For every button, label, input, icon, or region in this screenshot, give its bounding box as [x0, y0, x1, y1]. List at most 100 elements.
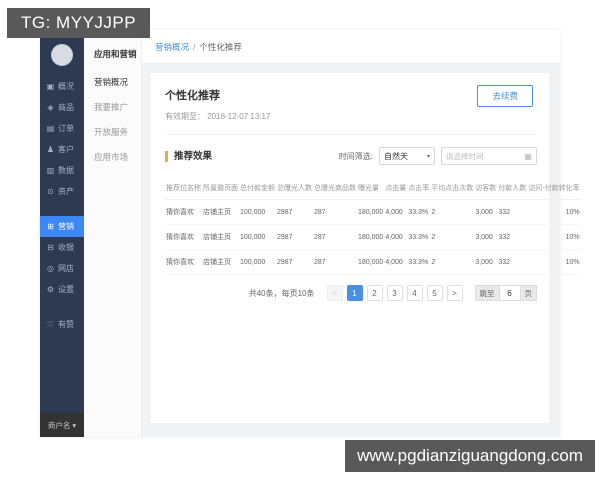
table-cell: 4,000: [384, 249, 408, 275]
website-watermark-banner: www.pgdianziguangdong.com: [345, 440, 595, 472]
table-cell: 2987: [276, 199, 313, 225]
breadcrumb-separator: /: [193, 41, 196, 52]
subsidebar-item-marketing-overview[interactable]: 营销概况: [94, 76, 141, 88]
subsidebar-item-open-services[interactable]: 开放服务: [94, 126, 141, 138]
sidebar-item-overview[interactable]: ▣ 概况: [40, 76, 84, 97]
table-cell: 3,000: [474, 224, 498, 250]
table-row: 猜你喜欢 店铺主页 100,000 2987 287 180,000 4,000 33.3% 2…: [165, 249, 581, 275]
table-cell: 100,000: [239, 224, 276, 250]
table-cell: 店铺主页: [202, 249, 239, 275]
page-button-2[interactable]: 2: [366, 285, 383, 301]
breadcrumb-current: 个性化推荐: [199, 41, 242, 52]
calendar-icon: ▦: [524, 151, 532, 161]
sidebar-item-label: 营销: [58, 222, 74, 231]
sidebar-item-label: 概况: [58, 82, 74, 91]
jump-to-button[interactable]: 跳至: [474, 285, 500, 301]
table-column-header: 付款人数: [497, 177, 528, 200]
sidebar-item-label: 有赞: [58, 320, 74, 329]
table-column-header: 平均点击次数: [430, 177, 475, 200]
page-button-5[interactable]: 5: [426, 285, 443, 301]
table-column-header: 总付款金额: [239, 177, 276, 200]
subsidebar-item-app-market[interactable]: 应用市场: [94, 151, 141, 163]
prev-page-button: <: [326, 285, 343, 301]
sidebar-item-label: 网店: [58, 264, 74, 273]
chevron-down-icon: ▾: [426, 153, 430, 160]
personalized-recommendation-card: 个性化推荐 有效期至： 2018-12-07 13:17 去续费 推荐效果 时间…: [150, 72, 581, 424]
sidebar-item-label: 客户: [58, 145, 74, 154]
sidebar-item-goods[interactable]: ◈ 商品: [40, 97, 84, 118]
table-row: 猜你喜欢 店铺主页 100,000 2987 287 180,000 4,000 33.3% 2…: [165, 199, 581, 225]
sidebar-item-marketing[interactable]: ⊞ 营销: [40, 216, 84, 237]
sidebar-item-cashier[interactable]: ⊟ 收银: [40, 237, 84, 258]
pagination-summary: 共40条，每页10条: [248, 288, 315, 298]
tag-icon: ◈: [47, 103, 54, 112]
table-cell: 4,000: [384, 199, 408, 225]
table-cell: 猜你喜欢: [165, 199, 202, 225]
sidebar-item-youzan[interactable]: ♡ 有赞: [40, 314, 84, 335]
sidebar-item-label: 资产: [58, 187, 74, 196]
table-column-header: 推荐位名称: [165, 177, 202, 200]
date-range-input[interactable]: [446, 151, 520, 161]
thumb-up-icon: ♡: [46, 320, 55, 329]
avatar[interactable]: [51, 44, 73, 66]
app-window: ▣ 概况 ◈ 商品 ▤ 订单 ♟ 客户 ▥ 数据 ⊙ 资产 ⊞ 营销 ⊟ 收银 ◎ 网店 ⚙ 设置 ♡ 有赞 商户名 ▾ …: [40, 30, 581, 437]
primary-sidebar: ▣ 概况 ◈ 商品 ▤ 订单 ♟ 客户 ▥ 数据 ⊙ 资产 ⊞ 营销 ⊟ 收银 ◎ 网店 ⚙ 设置 ♡ 有赞 商户名 ▾: [40, 30, 84, 437]
table-cell: 2987: [276, 224, 313, 250]
page-button-4[interactable]: 4: [406, 285, 423, 301]
table-cell: 店铺主页: [202, 224, 239, 250]
table-cell: 2: [430, 224, 475, 250]
table-cell: 287: [313, 199, 357, 225]
table-column-header: 总曝光商品数: [313, 177, 357, 200]
table-cell: 287: [313, 224, 357, 250]
subsidebar-item-promote[interactable]: 我要推广: [94, 101, 141, 113]
sidebar-item-label: 数据: [58, 166, 74, 175]
merchant-name-button[interactable]: 商户名 ▾: [40, 413, 84, 437]
next-page-button[interactable]: >: [446, 285, 463, 301]
breadcrumb-parent-link[interactable]: 营销概况: [155, 41, 189, 53]
table-cell: 100,000: [239, 199, 276, 225]
coin-icon: ⊙: [47, 187, 54, 196]
recommendation-effect-table: 推荐位名称 所属微页面 总付款金额 总曝光人数 总曝光商品数 曝光量 点击量 点击率 平均点击次…: [165, 177, 581, 275]
table-cell: 100,000: [239, 249, 276, 275]
jump-page-input[interactable]: 6: [499, 285, 520, 301]
page-button-3[interactable]: 3: [386, 285, 403, 301]
table-cell: 180,000: [357, 224, 385, 250]
gear-icon: ⚙: [46, 285, 55, 294]
page-button-1[interactable]: 1: [346, 285, 363, 301]
table-cell: 店铺主页: [202, 199, 239, 225]
time-filter-label: 时间筛选:: [338, 151, 373, 161]
sidebar-item-orders[interactable]: ▤ 订单: [40, 118, 84, 139]
table-row: 猜你喜欢 店铺主页 100,000 2987 287 180,000 4,000 33.3% 2…: [165, 224, 581, 250]
sidebar-item-data[interactable]: ▥ 数据: [40, 160, 84, 181]
table-cell: 33.3%: [407, 224, 431, 250]
table-column-header: 点击量: [384, 177, 408, 200]
secondary-sidebar-nav: 营销概况我要推广开放服务应用市场: [94, 76, 141, 163]
sidebar-item-customers[interactable]: ♟ 客户: [40, 139, 84, 160]
sidebar-item-label: 设置: [58, 285, 74, 294]
renew-button[interactable]: 去续费: [477, 85, 533, 107]
table-cell: 10%: [527, 199, 581, 225]
card-header: 个性化推荐 有效期至： 2018-12-07 13:17 去续费: [165, 85, 537, 135]
page: TG: MYYJJPP www.pgdianziguangdong.com ▣ 概…: [0, 0, 600, 480]
table-cell: 3,000: [474, 199, 498, 225]
table-cell: 2: [430, 249, 475, 275]
jump-unit-button[interactable]: 页: [519, 285, 537, 301]
sidebar-item-shop[interactable]: ◎ 网店: [40, 258, 84, 279]
table-column-header: 访客数: [474, 177, 498, 200]
merchant-name-label: 商户名: [47, 420, 71, 430]
filter-controls: 时间筛选: 自然天 ▾ ▦: [339, 147, 537, 165]
table-column-header: 访问-付款转化率: [527, 177, 581, 200]
sidebar-item-assets[interactable]: ⊙ 资产: [40, 181, 84, 202]
breadcrumb: 营销概况 / 个性化推荐: [142, 30, 560, 64]
telegram-watermark-banner: TG: MYYJJPP: [7, 8, 151, 38]
grid-icon: ⊞: [47, 222, 54, 231]
table-column-header: 所属微页面: [202, 177, 239, 200]
pagination: 共40条，每页10条 <1 2 3 4 5 > 跳至 6 页: [165, 285, 537, 301]
chevron-down-icon: ▾: [72, 420, 77, 430]
time-granularity-select[interactable]: 自然天 ▾: [379, 147, 435, 165]
sidebar-item-settings[interactable]: ⚙ 设置: [40, 279, 84, 300]
store-icon: ◎: [47, 264, 54, 273]
table-cell: 33.3%: [407, 249, 431, 275]
table-cell: 332: [497, 199, 528, 225]
table-cell: 180,000: [357, 199, 385, 225]
